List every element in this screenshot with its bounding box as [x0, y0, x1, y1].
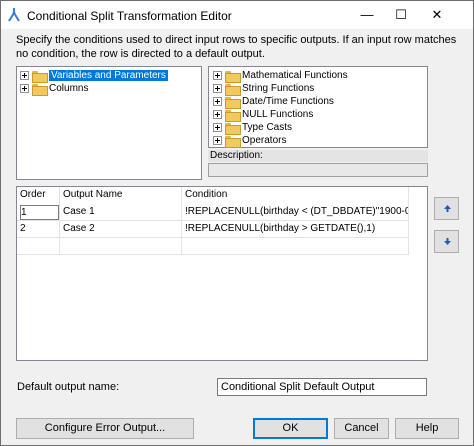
folder-icon — [32, 83, 48, 96]
app-icon — [8, 8, 20, 22]
tree-item-label: Type Casts — [242, 122, 293, 133]
editor-window: Conditional Split Transformation Editor … — [0, 0, 474, 446]
description-label: Description: — [208, 150, 428, 162]
move-up-button[interactable] — [434, 197, 459, 220]
header-output-name[interactable]: Output Name — [60, 187, 182, 204]
conditions-grid[interactable]: Order Output Name Condition 1 Case 1 !RE… — [16, 186, 428, 361]
default-output-field[interactable]: Conditional Split Default Output — [217, 378, 427, 396]
arrow-up-icon — [444, 205, 451, 212]
order-cell[interactable] — [17, 238, 60, 255]
condition-cell[interactable]: !REPLACENULL(birthday < (DT_DBDATE)"1900… — [182, 204, 409, 221]
expand-icon[interactable] — [20, 84, 29, 93]
tree-item-datetime[interactable]: Date/Time Functions — [213, 95, 334, 109]
table-row[interactable]: 2 Case 2 !REPLACENULL(birthday > GETDATE… — [17, 221, 409, 238]
expand-icon[interactable] — [213, 136, 222, 145]
folder-icon — [225, 122, 241, 135]
tree-item-label: NULL Functions — [242, 109, 314, 120]
expand-icon[interactable] — [213, 110, 222, 119]
expand-icon[interactable] — [213, 84, 222, 93]
columns-tree-pane[interactable]: Variables and Parameters Columns — [16, 66, 202, 180]
description-box — [208, 163, 428, 177]
tree-item-label: Operators — [242, 135, 287, 146]
move-down-button[interactable] — [434, 230, 459, 253]
expand-icon[interactable] — [213, 97, 222, 106]
folder-icon — [225, 96, 241, 109]
instructions-text: Specify the conditions used to direct in… — [16, 34, 457, 60]
folder-icon — [225, 70, 241, 83]
tree-item-string[interactable]: String Functions — [213, 82, 315, 96]
order-edit[interactable]: 1 — [20, 205, 59, 220]
tree-item-label: String Functions — [242, 83, 315, 94]
ok-button[interactable]: OK — [253, 418, 328, 439]
condition-cell[interactable] — [182, 238, 409, 255]
expand-icon[interactable] — [213, 123, 222, 132]
condition-cell[interactable]: !REPLACENULL(birthday > GETDATE(),1) — [182, 221, 409, 238]
help-button[interactable]: Help — [395, 418, 459, 439]
tree-item-label: Mathematical Functions — [242, 70, 348, 81]
tree-item-label: Date/Time Functions — [242, 96, 334, 107]
tree-item-typecasts[interactable]: Type Casts — [213, 121, 293, 135]
folder-icon — [225, 135, 241, 148]
minimize-button[interactable]: — — [352, 1, 382, 29]
tree-item-columns[interactable]: Columns — [20, 82, 89, 96]
folder-icon — [225, 109, 241, 122]
output-name-cell[interactable]: Case 1 — [60, 204, 182, 221]
output-name-cell[interactable]: Case 2 — [60, 221, 182, 238]
output-name-cell[interactable] — [60, 238, 182, 255]
folder-icon — [32, 70, 48, 83]
table-row[interactable]: 1 Case 1 !REPLACENULL(birthday < (DT_DBD… — [17, 204, 409, 221]
folder-icon — [225, 83, 241, 96]
functions-tree-pane[interactable]: Mathematical Functions String Functions … — [208, 66, 428, 148]
tree-item-operators[interactable]: Operators — [213, 134, 287, 148]
tree-item-variables[interactable]: Variables and Parameters — [20, 69, 168, 83]
tree-item-math[interactable]: Mathematical Functions — [213, 69, 348, 83]
arrow-down-icon — [444, 238, 451, 245]
order-cell[interactable]: 2 — [17, 221, 60, 238]
tree-item-label: Variables and Parameters — [49, 70, 168, 81]
cancel-button[interactable]: Cancel — [334, 418, 389, 439]
close-button[interactable]: ✕ — [422, 1, 452, 29]
header-condition[interactable]: Condition — [182, 187, 409, 204]
table-row-empty[interactable] — [17, 238, 409, 255]
header-order[interactable]: Order — [17, 187, 60, 204]
tree-item-null[interactable]: NULL Functions — [213, 108, 314, 122]
default-output-label: Default output name: — [17, 381, 120, 393]
configure-error-output-button[interactable]: Configure Error Output... — [16, 418, 194, 439]
window-title: Conditional Split Transformation Editor — [27, 9, 232, 23]
expand-icon[interactable] — [213, 71, 222, 80]
grid-header: Order Output Name Condition — [17, 187, 409, 204]
order-cell[interactable]: 1 — [17, 204, 60, 221]
maximize-button[interactable]: ☐ — [386, 1, 416, 29]
tree-item-label: Columns — [49, 83, 89, 94]
expand-icon[interactable] — [20, 71, 29, 80]
title-bar: Conditional Split Transformation Editor … — [1, 1, 473, 29]
